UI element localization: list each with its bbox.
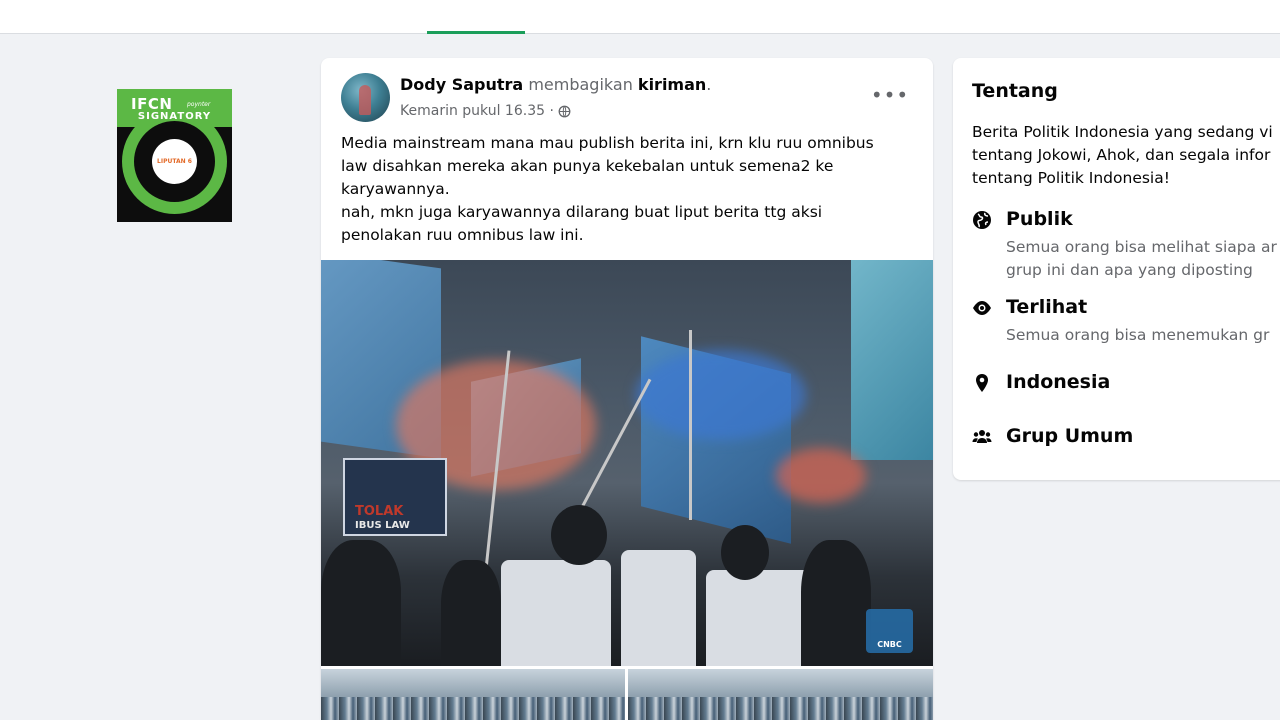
about-item-label: Publik (1006, 208, 1073, 230)
top-navigation-bar (0, 0, 1280, 34)
post-text-line: Media mainstream mana mau publish berita… (341, 134, 874, 152)
active-tab-indicator (427, 31, 525, 34)
photo-protester (801, 540, 871, 666)
globe-icon (973, 211, 991, 229)
thumbnail-crowd (628, 697, 933, 720)
photo-red-smoke (776, 448, 866, 503)
photo-blue-smoke (636, 350, 806, 440)
ifcn-signatory-badge: IFCN poynter SIGNATORY LIPUTAN 6 (117, 89, 232, 222)
photo-pole (689, 330, 692, 520)
about-item-sub-line: grup ini dan apa yang diposting (1006, 261, 1253, 279)
about-item-label[interactable]: Indonesia (1006, 371, 1110, 393)
eye-icon (973, 301, 991, 315)
post-text-line: nah, mkn juga karyawannya dilarang buat … (341, 203, 823, 221)
about-item-label: Grup Umum (1006, 425, 1134, 447)
shared-post-link[interactable]: kiriman (638, 75, 706, 94)
photo-protester (321, 540, 401, 666)
photo-protester (721, 525, 769, 580)
post-text-line: penolakan ruu omnibus law ini. (341, 226, 584, 244)
photo-sign-line2: IBUS LAW (355, 520, 410, 531)
badge-ring-inner: LIPUTAN 6 (134, 121, 215, 202)
badge-ring: SIGNATORY LIPUTAN 6 (122, 109, 227, 214)
photo-watermark: CNBC (866, 609, 913, 653)
about-desc-line: tentang Jokowi, Ahok, dan segala infor (972, 146, 1271, 164)
audience-globe-icon (558, 105, 571, 117)
about-item-label: Terlihat (1006, 296, 1088, 318)
post-text-line: karyawannya. (341, 180, 450, 198)
photo-sign-line1: TOLAK (355, 504, 404, 519)
group-people-icon (972, 430, 992, 443)
post-header-suffix: . (706, 75, 712, 94)
thumbnail-crowd (321, 697, 625, 720)
about-item-sub: Semua orang bisa melihat siapa ar grup i… (1006, 236, 1277, 282)
post-meta: Kemarin pukul 16.35 · (400, 103, 571, 119)
about-item-sub: Semua orang bisa menemukan gr (1006, 324, 1269, 347)
location-pin-icon (976, 374, 988, 392)
post-body-text: Media mainstream mana mau publish berita… (341, 132, 911, 247)
badge-poynter-text: poynter (187, 101, 211, 108)
about-item-sub-line: Semua orang bisa melihat siapa ar (1006, 238, 1277, 256)
group-about-card: Tentang Berita Politik Indonesia yang se… (953, 58, 1280, 480)
avatar-figure (359, 85, 371, 115)
author-avatar[interactable] (341, 73, 390, 122)
photo-protester (551, 505, 607, 565)
post-photo-thumbnail[interactable] (628, 669, 933, 720)
post-text-line: law disahkan mereka akan punya kekebalan… (341, 157, 834, 175)
about-title: Tentang (972, 80, 1058, 102)
photo-protest-sign: TOLAK IBUS LAW (343, 458, 447, 536)
feed-post: Dody Saputra membagikan kiriman. Kemarin… (321, 58, 933, 720)
badge-member-name: LIPUTAN 6 (157, 158, 192, 165)
badge-member-logo: LIPUTAN 6 (152, 139, 197, 184)
photo-flag (851, 260, 933, 460)
about-desc-line: tentang Politik Indonesia! (972, 169, 1170, 187)
post-photo-thumbnail[interactable] (321, 669, 625, 720)
post-more-options-button[interactable]: ••• (871, 82, 908, 108)
post-main-photo[interactable]: TOLAK IBUS LAW CNBC (321, 260, 933, 666)
post-header: Dody Saputra membagikan kiriman. (400, 75, 711, 94)
photo-protester-shirt (501, 560, 611, 666)
about-description: Berita Politik Indonesia yang sedang vi … (972, 121, 1280, 190)
post-timestamp-link[interactable]: Kemarin pukul 16.35 · (400, 103, 554, 119)
photo-protester-shirt (621, 550, 696, 666)
photo-protester (441, 560, 501, 666)
about-item-sub-line: Semua orang bisa menemukan gr (1006, 326, 1270, 344)
about-desc-line: Berita Politik Indonesia yang sedang vi (972, 123, 1273, 141)
author-name-link[interactable]: Dody Saputra (400, 75, 523, 94)
post-action-text: membagikan (523, 75, 638, 94)
